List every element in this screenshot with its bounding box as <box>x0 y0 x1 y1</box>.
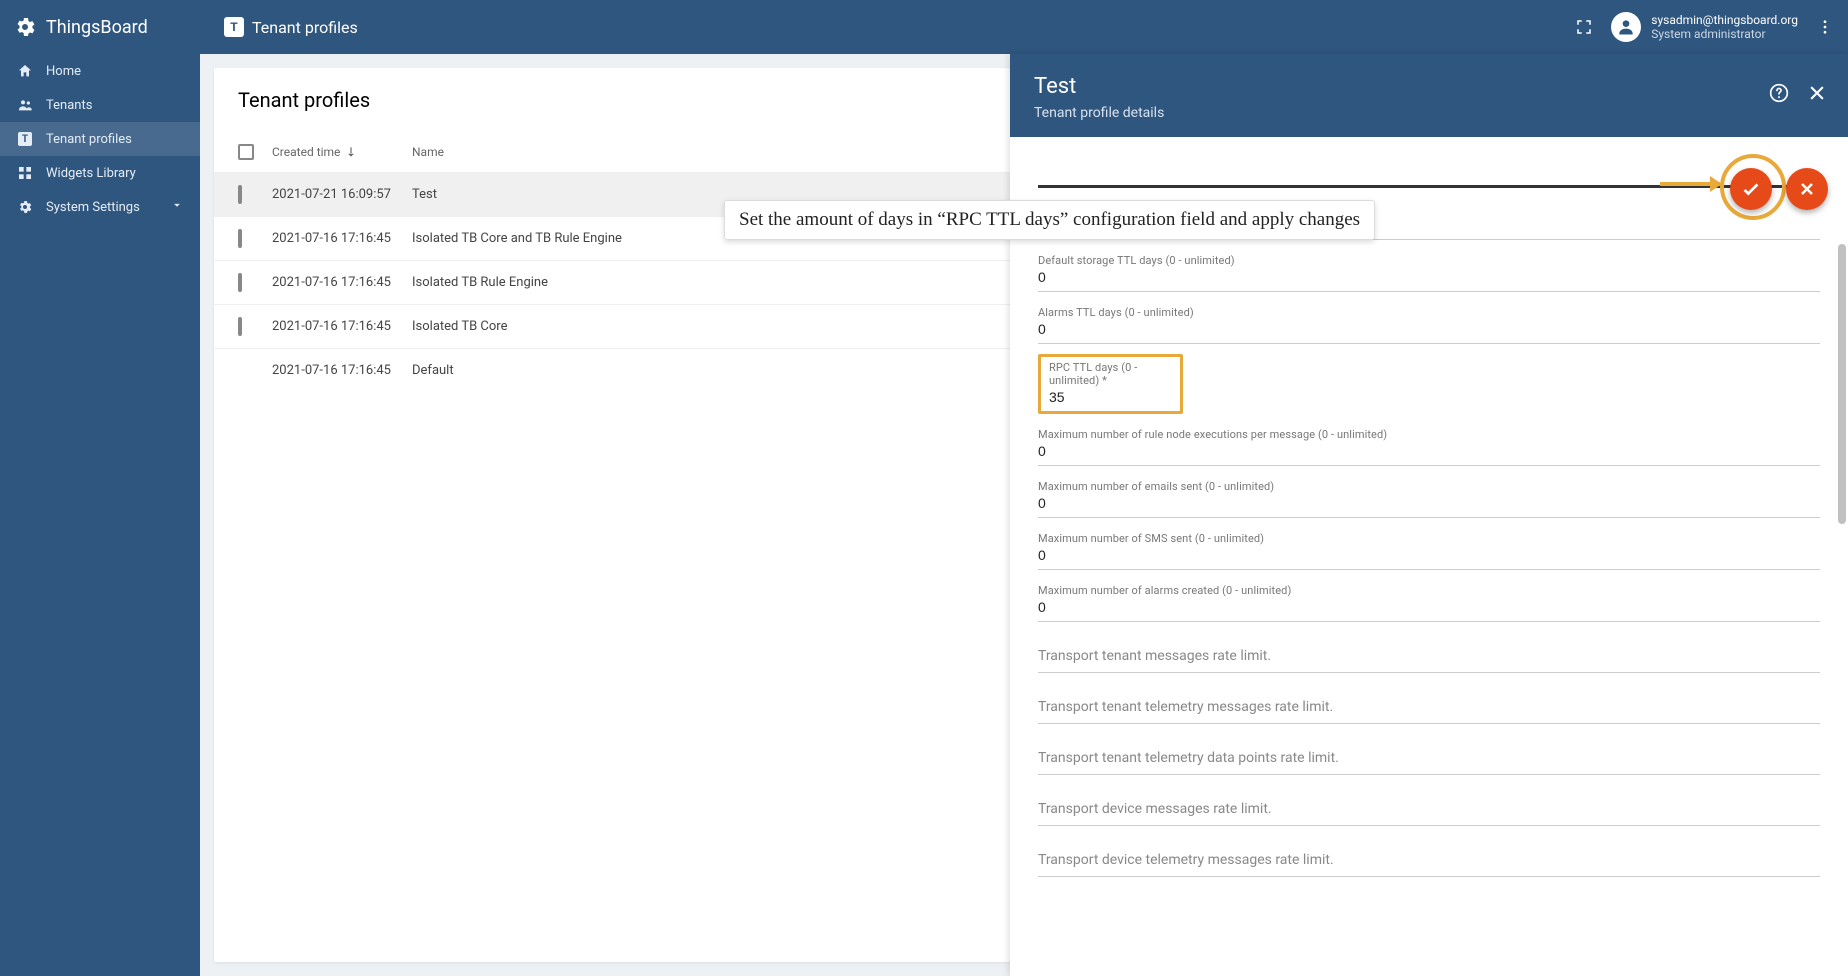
column-created[interactable]: Created time <box>272 145 412 159</box>
rpc-ttl-field: RPC TTL days (0 - unlimited) * <box>1038 354 1183 414</box>
row-time: 2021-07-16 17:16:45 <box>272 319 412 334</box>
row-name: Isolated TB Core <box>412 319 986 334</box>
logo-icon <box>12 14 38 40</box>
field-label: Maximum number of rule node executions p… <box>1038 428 1820 441</box>
scrollbar[interactable] <box>1836 184 1846 972</box>
rate-limit-field[interactable]: Transport tenant telemetry messages rate… <box>1038 699 1820 724</box>
row-checkbox[interactable] <box>238 317 242 336</box>
field-input[interactable] <box>1049 387 1172 407</box>
row-checkbox[interactable] <box>238 229 242 248</box>
details-panel: Test Tenant profile details Maximum numb… <box>1010 54 1848 976</box>
field-label: Default storage TTL days (0 - unlimited) <box>1038 254 1820 267</box>
table-row[interactable]: 2021-07-21 16:09:57Test <box>214 172 1010 216</box>
details-body: Maximum number of data points storage da… <box>1010 137 1848 976</box>
sort-desc-icon <box>344 145 358 159</box>
sidebar-item-label: System Settings <box>46 200 140 215</box>
table-row[interactable]: 2021-07-16 17:16:45Isolated TB Core <box>214 304 1010 348</box>
list-panel: Tenant profiles Created time Name 2021-0… <box>200 54 1010 976</box>
page-title-text: Tenant profiles <box>252 18 358 37</box>
field-label: RPC TTL days (0 - unlimited) * <box>1049 361 1172 387</box>
tenants-icon <box>16 97 34 113</box>
tenant-profiles-icon: T <box>16 132 34 146</box>
home-icon <box>16 63 34 79</box>
fab-row <box>1730 168 1828 210</box>
table-row[interactable]: 2021-07-16 17:16:45Isolated TB Rule Engi… <box>214 260 1010 304</box>
field-input[interactable] <box>1038 597 1820 617</box>
row-checkbox[interactable] <box>238 273 242 292</box>
row-name: Default <box>412 363 986 378</box>
field-label: Maximum number of SMS sent (0 - unlimite… <box>1038 532 1820 545</box>
topbar: ThingsBoard T Tenant profiles sysadmin@t… <box>0 0 1848 54</box>
row-time: 2021-07-16 17:16:45 <box>272 363 412 378</box>
help-icon[interactable] <box>1768 82 1790 104</box>
widgets-icon <box>16 165 34 181</box>
config-field: Maximum number of alarms created (0 - un… <box>1038 584 1820 622</box>
sidebar-item-tenant-profiles[interactable]: T Tenant profiles <box>0 122 200 156</box>
user-email: sysadmin@thingsboard.org <box>1651 13 1798 27</box>
config-field: Maximum number of emails sent (0 - unlim… <box>1038 480 1820 518</box>
field-input[interactable] <box>1038 493 1820 513</box>
main: Tenant profiles Created time Name 2021-0… <box>200 54 1848 976</box>
page-title-icon: T <box>224 17 244 37</box>
details-header: Test Tenant profile details <box>1010 54 1848 137</box>
rate-limit-field[interactable]: Transport tenant messages rate limit. <box>1038 648 1820 673</box>
rate-limit-field[interactable]: Transport device messages rate limit. <box>1038 801 1820 826</box>
close-icon[interactable] <box>1806 82 1828 104</box>
sidebar-item-label: Tenant profiles <box>46 132 132 147</box>
config-field: Maximum number of SMS sent (0 - unlimite… <box>1038 532 1820 570</box>
select-all-checkbox[interactable] <box>238 144 254 160</box>
row-name: Isolated TB Rule Engine <box>412 275 986 290</box>
column-name[interactable]: Name <box>412 145 986 159</box>
field-input[interactable] <box>1038 267 1820 287</box>
details-subtitle: Tenant profile details <box>1034 105 1824 121</box>
avatar-icon <box>1611 12 1641 42</box>
topbar-actions: sysadmin@thingsboard.org System administ… <box>1573 12 1836 42</box>
sidebar: Home Tenants T Tenant profiles Widgets L… <box>0 54 200 976</box>
table-row[interactable]: 2021-07-16 17:16:45Default <box>214 348 1010 392</box>
row-name: Isolated TB Core and TB Rule Engine <box>412 231 986 246</box>
table-header: Created time Name <box>214 132 1010 172</box>
field-label: Maximum number of alarms created (0 - un… <box>1038 584 1820 597</box>
fullscreen-icon[interactable] <box>1573 16 1595 38</box>
config-field: Maximum number of data points storage da… <box>1038 202 1820 240</box>
sidebar-item-label: Tenants <box>46 98 92 113</box>
config-field: Default storage TTL days (0 - unlimited) <box>1038 254 1820 292</box>
field-input[interactable] <box>1038 545 1820 565</box>
table-row[interactable]: 2021-07-16 17:16:45Isolated TB Core and … <box>214 216 1010 260</box>
field-input[interactable] <box>1038 441 1820 461</box>
field-label: Maximum number of data points storage da… <box>1038 202 1820 215</box>
config-field: Maximum number of rule node executions p… <box>1038 428 1820 466</box>
cancel-fab[interactable] <box>1786 168 1828 210</box>
row-time: 2021-07-16 17:16:45 <box>272 275 412 290</box>
chevron-down-icon <box>170 198 184 216</box>
list-title: Tenant profiles <box>214 68 1010 132</box>
field-input[interactable] <box>1038 319 1820 339</box>
details-title: Test <box>1034 74 1824 99</box>
row-time: 2021-07-16 17:16:45 <box>272 231 412 246</box>
page-title: T Tenant profiles <box>200 17 358 37</box>
row-name: Test <box>412 187 986 202</box>
sidebar-item-tenants[interactable]: Tenants <box>0 88 200 122</box>
logo-text: ThingsBoard <box>46 17 148 38</box>
apply-fab[interactable] <box>1730 168 1772 210</box>
user-menu[interactable]: sysadmin@thingsboard.org System administ… <box>1611 12 1798 42</box>
sidebar-item-label: Widgets Library <box>46 166 136 181</box>
sidebar-item-home[interactable]: Home <box>0 54 200 88</box>
sidebar-item-label: Home <box>46 64 81 79</box>
field-label: Alarms TTL days (0 - unlimited) <box>1038 306 1820 319</box>
user-role: System administrator <box>1651 27 1798 41</box>
settings-icon <box>16 199 34 215</box>
config-field: Alarms TTL days (0 - unlimited) <box>1038 306 1820 344</box>
field-label: Maximum number of emails sent (0 - unlim… <box>1038 480 1820 493</box>
logo[interactable]: ThingsBoard <box>12 14 200 40</box>
row-time: 2021-07-21 16:09:57 <box>272 187 412 202</box>
row-checkbox[interactable] <box>238 185 242 204</box>
rate-limit-field[interactable]: Transport tenant telemetry data points r… <box>1038 750 1820 775</box>
sidebar-item-settings[interactable]: System Settings <box>0 190 200 224</box>
rate-limit-field[interactable]: Transport device telemetry messages rate… <box>1038 852 1820 877</box>
sidebar-item-widgets[interactable]: Widgets Library <box>0 156 200 190</box>
more-icon[interactable] <box>1814 16 1836 38</box>
field-input[interactable] <box>1038 215 1820 235</box>
